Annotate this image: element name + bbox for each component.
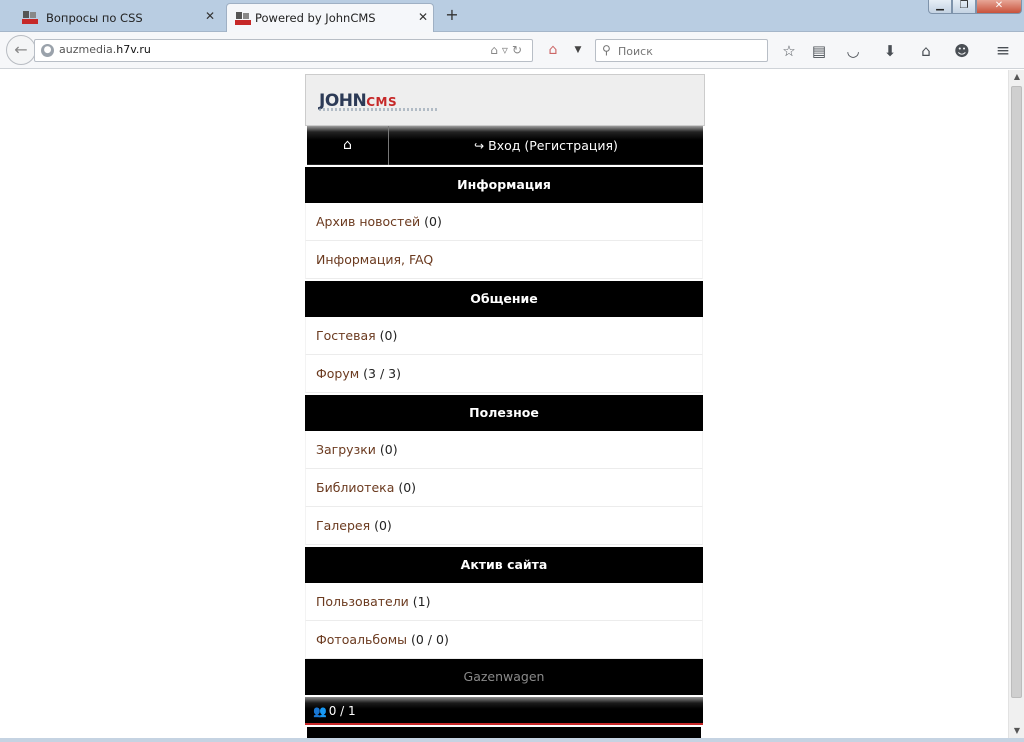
site-header: JOHNCMS	[305, 74, 705, 126]
info-faq-link[interactable]: Информация, FAQ	[316, 252, 433, 267]
johncms-favicon-icon	[22, 11, 38, 24]
pocket-icon[interactable]: ◡	[843, 41, 863, 61]
window-minimize-button[interactable]: ▁	[928, 0, 952, 14]
section-title-useful: Полезное	[305, 395, 703, 431]
url-text: auzmedia.h7v.ru	[59, 43, 151, 56]
users-link[interactable]: Пользователи	[316, 594, 409, 609]
scrollbar-thumb[interactable]	[1011, 86, 1022, 698]
item-count: (0 / 0)	[411, 632, 449, 647]
menu-item-photo-albums[interactable]: Фотоальбомы (0 / 0)	[305, 621, 703, 659]
search-icon: ⚲	[602, 43, 611, 57]
menu-item-users[interactable]: Пользователи (1)	[305, 583, 703, 621]
downloads-link[interactable]: Загрузки	[316, 442, 376, 457]
dropdown-arrow-icon[interactable]: ▼	[572, 45, 584, 57]
section-title-communication: Общение	[305, 281, 703, 317]
news-archive-link[interactable]: Архив новостей	[316, 214, 420, 229]
users-icon: 👥	[313, 705, 327, 718]
new-tab-plus-icon[interactable]: +	[444, 7, 460, 23]
item-count: (0)	[374, 518, 392, 533]
menu-item-gallery[interactable]: Галерея (0)	[305, 507, 703, 545]
tab-close-icon[interactable]: ✕	[417, 11, 429, 23]
item-count: (0)	[424, 214, 442, 229]
scroll-up-arrow-icon[interactable]: ▲	[1009, 70, 1024, 84]
forum-link[interactable]: Форум	[316, 366, 359, 381]
vertical-scrollbar[interactable]: ▲ ▼	[1008, 70, 1024, 738]
hamburger-menu-icon[interactable]: ≡	[993, 41, 1013, 61]
item-count: (0)	[379, 328, 398, 343]
login-register-link[interactable]: ↪ Вход (Регистрация)	[389, 126, 703, 165]
menu-item-library[interactable]: Библиотека (0)	[305, 469, 703, 507]
window-maximize-button[interactable]: ❐	[952, 0, 976, 14]
globe-icon: ●	[41, 44, 54, 57]
item-count: (0)	[379, 442, 398, 457]
hello-smiley-icon[interactable]: ☻	[952, 41, 972, 61]
window-close-button[interactable]: ✕	[976, 0, 1022, 14]
home-button[interactable]: ⌂	[307, 126, 389, 165]
photo-albums-link[interactable]: Фотоальбомы	[316, 632, 407, 647]
browser-nav-bar: ← ● auzmedia.h7v.ru ⌂▿↻ ⌂ ▼ ⚲ ☆ ▤ ◡ ⬇ ⌂ …	[0, 32, 1024, 69]
address-bar[interactable]: ● auzmedia.h7v.ru ⌂▿↻	[34, 39, 533, 62]
browser-tab-bar: Вопросы по CSS ✕ Powered by JohnCMS ✕ + …	[0, 0, 1024, 32]
item-count: (0)	[398, 480, 417, 495]
gallery-link[interactable]: Галерея	[316, 518, 370, 533]
site-identity-icon[interactable]: ⌂	[544, 42, 562, 60]
tab-title: Вопросы по CSS	[46, 10, 143, 25]
menu-item-forum[interactable]: Форум (3 / 3)	[305, 355, 703, 393]
search-box[interactable]: ⚲	[595, 39, 768, 62]
home-icon: ⌂	[343, 137, 352, 153]
mobile-site-page: JOHNCMS ⌂ ↪ Вход (Регистрация) Информация…	[305, 74, 705, 739]
site-name-footer: Gazenwagen	[305, 659, 703, 695]
logo-underline-decoration	[319, 108, 439, 111]
scroll-down-arrow-icon[interactable]: ▼	[1009, 724, 1024, 738]
item-count: (3 / 3)	[363, 366, 401, 381]
section-title-info: Информация	[305, 167, 703, 203]
guestbook-link[interactable]: Гостевая	[316, 328, 376, 343]
back-arrow-icon[interactable]: ←	[6, 35, 36, 65]
library-link[interactable]: Библиотека	[316, 480, 394, 495]
menu-item-news-archive[interactable]: Архив новостей (0)	[305, 203, 703, 241]
search-input[interactable]	[618, 43, 758, 59]
tab-johncms[interactable]: Powered by JohnCMS ✕	[226, 3, 434, 32]
top-menu-bar: ⌂ ↪ Вход (Регистрация)	[307, 126, 703, 165]
online-counter[interactable]: 👥 0 / 1	[305, 697, 703, 725]
section-title-site-activity: Актив сайта	[305, 547, 703, 583]
download-arrow-icon[interactable]: ⬇	[880, 41, 900, 61]
home-icon[interactable]: ⌂	[916, 41, 936, 61]
login-arrow-icon: ↪	[474, 139, 485, 153]
menu-item-info-faq[interactable]: Информация, FAQ	[305, 241, 703, 279]
bookmark-reload-icons[interactable]: ⌂▿↻	[490, 43, 526, 57]
menu-item-guestbook[interactable]: Гостевая (0)	[305, 317, 703, 355]
johncms-favicon-icon	[235, 12, 251, 25]
menu-item-downloads[interactable]: Загрузки (0)	[305, 431, 703, 469]
tab-title: Powered by JohnCMS	[255, 11, 376, 25]
tab-vopros-css[interactable]: Вопросы по CSS ✕	[22, 3, 220, 32]
tab-close-icon[interactable]: ✕	[204, 10, 216, 22]
bookmark-star-icon[interactable]: ☆	[779, 41, 799, 61]
window-bottom-border	[0, 738, 1024, 742]
item-count: (1)	[412, 594, 431, 609]
reading-list-icon[interactable]: ▤	[809, 41, 829, 61]
